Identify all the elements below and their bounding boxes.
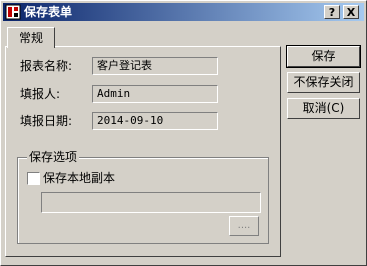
cancel-button[interactable]: 取消(C) [287,98,360,119]
close-button[interactable]: X [343,5,359,19]
save-options-group-title: 保存选项 [27,150,80,164]
date-field[interactable]: 2014-09-10 [92,112,218,130]
help-button[interactable]: ? [324,5,340,19]
reporter-label: 填报人: [20,87,61,101]
date-label: 填报日期: [20,114,73,128]
local-copy-checkbox[interactable] [27,172,40,185]
report-name-field[interactable]: 客户登记表 [92,57,218,75]
local-copy-label[interactable]: 保存本地副本 [43,171,115,185]
local-copy-path-input[interactable] [41,192,261,213]
save-form-dialog: 保存表单 ? X 常规 报表名称: 客户登记表 填报人: Admin 填报日期:… [0,0,367,266]
dont-save-close-button[interactable]: 不保存关闭 [287,72,360,93]
browse-button[interactable]: .... [229,216,259,236]
window-title: 保存表单 [24,5,73,19]
tab-general[interactable]: 常规 [7,27,55,48]
report-name-label: 报表名称: [20,59,73,73]
app-icon [5,4,21,20]
reporter-field[interactable]: Admin [92,85,218,103]
save-button[interactable]: 保存 [286,45,361,68]
title-bar[interactable]: 保存表单 ? X [3,3,364,21]
